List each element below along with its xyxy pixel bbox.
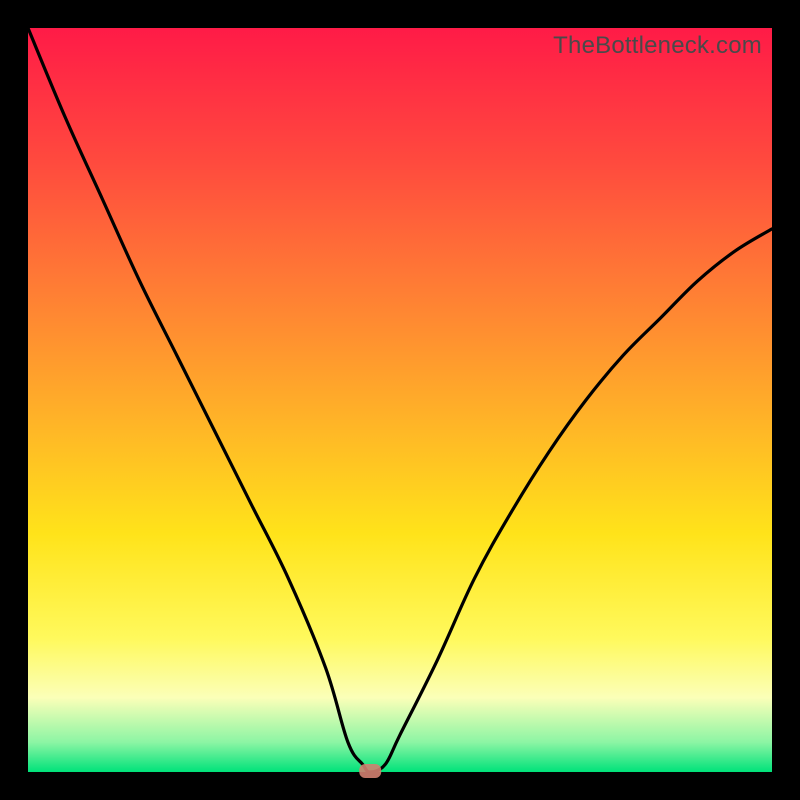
chart-svg (28, 28, 772, 772)
minimum-marker (359, 764, 381, 778)
plot-area: TheBottleneck.com (28, 28, 772, 772)
bottleneck-curve-path (28, 28, 772, 772)
chart-frame: TheBottleneck.com (0, 0, 800, 800)
